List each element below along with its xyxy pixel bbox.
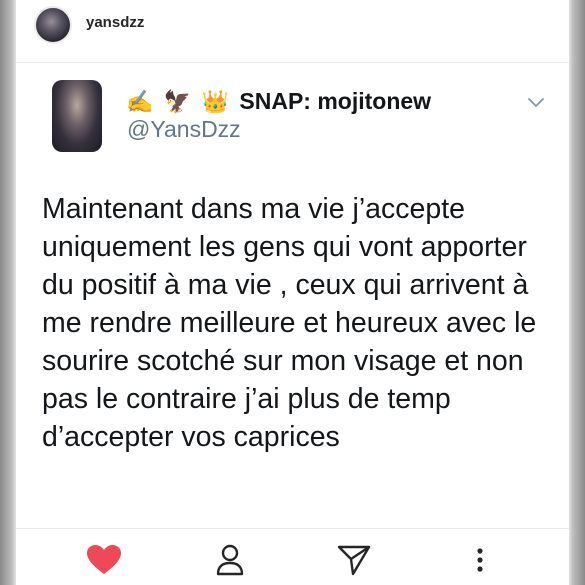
post-header: yansdzz: [16, 0, 569, 63]
post-author-username[interactable]: yansdzz: [86, 14, 144, 31]
tweet-text-line: du positif à ma vie , ceux qui arrivent …: [42, 269, 529, 301]
more-options-button[interactable]: [460, 540, 500, 580]
tweet-author-avatar[interactable]: [52, 80, 102, 152]
tweet-text-line: pas le contraire j’ai plus de temp: [42, 383, 451, 415]
post-action-bar: [16, 540, 569, 580]
tweet-display-name-text: SNAP: mojitonew: [239, 88, 432, 114]
like-button[interactable]: [84, 540, 124, 580]
tweet-text-line: sourire scotché sur mon visage et non: [42, 345, 524, 377]
share-button[interactable]: [334, 540, 374, 580]
crown-emoji: 👑: [201, 89, 229, 114]
profile-button[interactable]: [210, 540, 250, 580]
tweet-display-name[interactable]: ✍ 🦅 👑 SNAP: mojitonew: [126, 88, 431, 115]
post-author-avatar[interactable]: [34, 6, 72, 44]
tweet-text-line: uniquement les gens qui vont apporter: [42, 231, 527, 263]
chevron-down-icon[interactable]: [526, 92, 546, 112]
eagle-emoji: 🦅: [163, 89, 192, 114]
direct-send-icon: [337, 545, 371, 576]
tweet-text-line: me rendre meilleure et heureux avec le: [42, 307, 537, 339]
actions-divider: [16, 528, 569, 529]
profile-icon: [216, 544, 244, 576]
more-vertical-icon: [477, 548, 483, 572]
tweet-text-line: d’accepter vos caprices: [42, 421, 340, 453]
post-card: yansdzz ✍ 🦅 👑 SNAP: mojitonew @YansDzz M…: [16, 0, 569, 585]
tweet-text: Maintenant dans ma vie j’accepte uniquem…: [42, 190, 567, 456]
tweet-text-line: Maintenant dans ma vie j’accepte: [42, 193, 465, 225]
heart-icon: [87, 545, 121, 574]
tweet-handle[interactable]: @YansDzz: [127, 116, 241, 143]
writing-hand-emoji: ✍: [126, 89, 154, 114]
